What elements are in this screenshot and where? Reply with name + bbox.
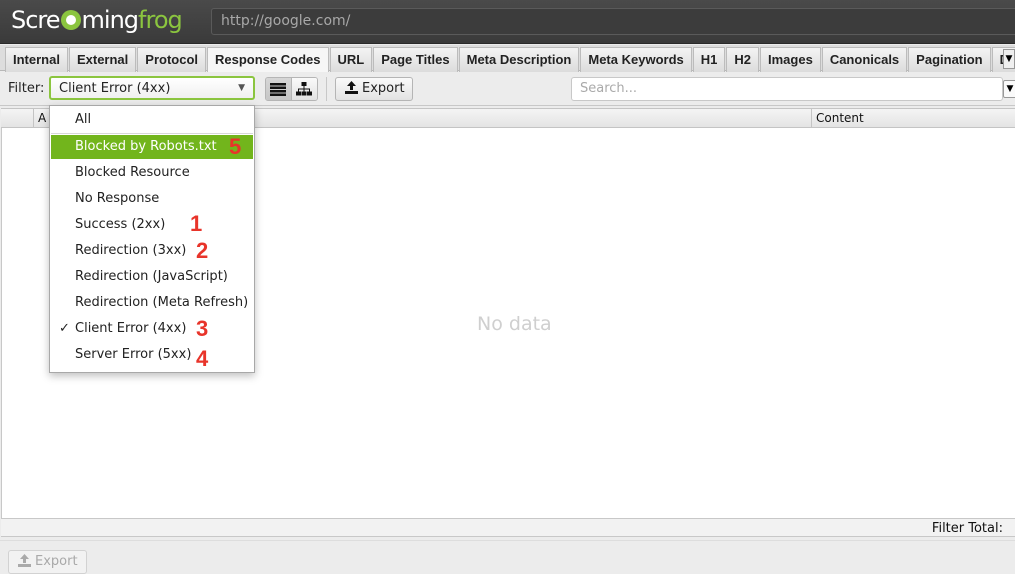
tree-view-button[interactable]	[291, 78, 317, 100]
list-view-button[interactable]	[266, 78, 292, 100]
list-icon	[270, 82, 287, 96]
tab-bar: Internal External Protocol Response Code…	[0, 45, 1015, 72]
filter-dropdown-menu: All Blocked by Robots.txt Blocked Resour…	[49, 105, 255, 373]
filter-total-label: Filter Total:	[931, 521, 1003, 536]
filter-option-redirection-javascript[interactable]: Redirection (JavaScript)	[51, 265, 253, 289]
column-header-index[interactable]	[1, 109, 33, 128]
frog-icon	[60, 10, 81, 30]
tab-url[interactable]: URL	[329, 47, 373, 72]
filter-option-no-response[interactable]: No Response	[51, 187, 253, 211]
tab-pagination[interactable]: Pagination	[908, 47, 991, 72]
annotation-number: 4	[196, 346, 209, 371]
empty-state-text: No data	[477, 313, 552, 335]
app-logo: Scre mingfrog	[11, 6, 183, 34]
chevron-down-icon: ▼	[238, 83, 245, 93]
filter-option-blocked-by-robots[interactable]: Blocked by Robots.txt	[51, 135, 253, 159]
menu-separator	[51, 133, 253, 134]
filter-option-redirection-meta-refresh[interactable]: Redirection (Meta Refresh)	[51, 291, 253, 315]
annotation-number: 1	[190, 211, 203, 236]
tab-protocol[interactable]: Protocol	[137, 47, 207, 72]
checkmark-icon: ✓	[59, 321, 70, 336]
filter-selected-value: Client Error (4xx)	[59, 81, 171, 96]
tab-meta-description[interactable]: Meta Description	[458, 47, 580, 72]
tab-meta-keywords[interactable]: Meta Keywords	[580, 47, 692, 72]
tab-response-codes[interactable]: Response Codes	[207, 47, 329, 72]
filter-option-success[interactable]: Success (2xx)	[51, 213, 253, 237]
url-input[interactable]: http://google.com/	[211, 8, 1015, 35]
upload-icon	[18, 554, 31, 567]
annotation-number: 2	[196, 238, 209, 263]
column-header-content[interactable]: Content	[811, 109, 1011, 128]
tab-images[interactable]: Images	[760, 47, 821, 72]
filter-option-all[interactable]: All	[51, 108, 253, 132]
export-button[interactable]: Export	[335, 77, 413, 101]
status-bar: Filter Total:	[1, 518, 1015, 537]
tab-internal[interactable]: Internal	[5, 47, 68, 72]
title-bar: Scre mingfrog http://google.com/	[0, 0, 1015, 44]
filter-option-client-error[interactable]: ✓ Client Error (4xx)	[51, 317, 253, 341]
bottom-bar: Export	[0, 540, 1015, 574]
annotation-number: 3	[196, 316, 209, 341]
toolbar-divider	[326, 77, 327, 101]
tree-icon	[296, 82, 313, 96]
filter-toolbar: Filter: Client Error (4xx) ▼ Export Sear…	[0, 72, 1015, 106]
filter-label: Filter:	[8, 81, 45, 96]
tab-h1[interactable]: H1	[692, 47, 726, 72]
bottom-export-button[interactable]: Export	[8, 550, 87, 574]
filter-option-server-error[interactable]: Server Error (5xx)	[51, 343, 253, 367]
tab-page-titles[interactable]: Page Titles	[373, 47, 458, 72]
tab-canonicals[interactable]: Canonicals	[821, 47, 908, 72]
tab-external[interactable]: External	[68, 47, 137, 72]
annotation-number: 5	[229, 134, 242, 159]
view-toggle	[265, 77, 318, 101]
chevron-down-icon: ▼	[1006, 84, 1014, 94]
upload-icon	[345, 81, 358, 94]
tab-h2[interactable]: H2	[726, 47, 759, 72]
filter-select[interactable]: Client Error (4xx) ▼	[49, 76, 255, 100]
search-options-button[interactable]: ▼	[1003, 80, 1015, 98]
filter-option-redirection-3xx[interactable]: Redirection (3xx)	[51, 239, 253, 263]
tab-overflow-button[interactable]: ▼	[1003, 49, 1015, 69]
chevron-down-icon: ▼	[1005, 54, 1013, 64]
filter-option-blocked-resource[interactable]: Blocked Resource	[51, 161, 253, 185]
search-input[interactable]: Search...	[571, 77, 1003, 101]
